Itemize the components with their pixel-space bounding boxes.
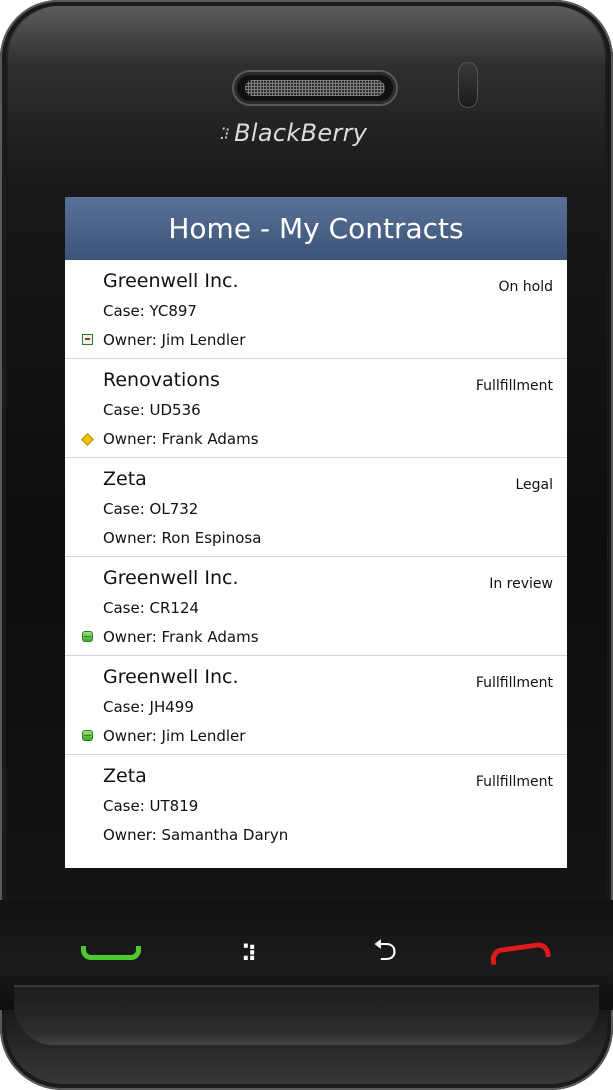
back-arrow-key-icon[interactable]: ⮌	[362, 933, 408, 971]
contract-status: Legal	[515, 477, 553, 493]
light-sensor	[458, 62, 478, 108]
blackberry-phone: ⁚⁝ BlackBerry Home - My Contracts Greenw…	[0, 0, 613, 1090]
contract-row[interactable]: Zeta Case: UT819 Owner: Samantha Daryn F…	[65, 755, 567, 853]
blackberry-menu-key-icon[interactable]: ⁚⁝	[226, 935, 270, 971]
green-status-icon	[82, 631, 93, 642]
contract-name: Zeta	[103, 765, 147, 787]
contract-case: Case: CR124	[103, 599, 200, 617]
contract-row[interactable]: Greenwell Inc. Case: JH499 Owner: Jim Le…	[65, 656, 567, 755]
contract-case: Case: UT819	[103, 797, 199, 815]
title-bar: Home - My Contracts	[65, 197, 567, 260]
contract-row[interactable]: Zeta Case: OL732 Owner: Ron Espinosa Leg…	[65, 458, 567, 557]
contract-owner: Owner: Ron Espinosa	[103, 529, 262, 547]
contract-status: Fullfillment	[475, 675, 553, 691]
contract-case: Case: JH499	[103, 698, 194, 716]
contract-name: Renovations	[103, 369, 220, 391]
contract-name: Zeta	[103, 468, 147, 490]
phone-screen: Home - My Contracts Greenwell Inc. Case:…	[65, 197, 567, 868]
contract-case: Case: UD536	[103, 401, 201, 419]
page-title: Home - My Contracts	[168, 212, 464, 245]
speaker-grille	[245, 80, 385, 96]
contract-name: Greenwell Inc.	[103, 567, 239, 589]
blackberry-logo-icon: ⁚⁝	[220, 123, 229, 143]
brand-name: BlackBerry	[234, 119, 368, 147]
contract-owner: Owner: Jim Lendler	[103, 727, 246, 745]
calendar-icon	[82, 334, 93, 345]
brand-logo: ⁚⁝ BlackBerry	[220, 117, 420, 149]
call-key-icon[interactable]	[78, 935, 144, 971]
contract-row[interactable]: Renovations Case: UD536 Owner: Frank Ada…	[65, 359, 567, 458]
green-status-icon	[82, 730, 93, 741]
contract-owner: Owner: Jim Lendler	[103, 331, 246, 349]
contract-name: Greenwell Inc.	[103, 666, 239, 688]
contract-owner: Owner: Frank Adams	[103, 628, 259, 646]
contract-owner: Owner: Frank Adams	[103, 430, 259, 448]
contract-status: Fullfillment	[475, 378, 553, 394]
phone-chin	[14, 985, 599, 1045]
end-call-key-icon[interactable]	[487, 935, 553, 971]
contract-case: Case: YC897	[103, 302, 197, 320]
contract-owner: Owner: Samantha Daryn	[103, 826, 289, 844]
contract-case: Case: OL732	[103, 500, 199, 518]
yellow-diamond-icon	[81, 433, 94, 446]
contract-status: Fullfillment	[475, 774, 553, 790]
earpiece-speaker	[237, 75, 393, 101]
contract-row[interactable]: Greenwell Inc. Case: CR124 Owner: Frank …	[65, 557, 567, 656]
contract-row[interactable]: Greenwell Inc. Case: YC897 Owner: Jim Le…	[65, 260, 567, 359]
contract-name: Greenwell Inc.	[103, 270, 239, 292]
contract-status: In review	[489, 576, 553, 592]
contract-status: On hold	[498, 279, 553, 295]
